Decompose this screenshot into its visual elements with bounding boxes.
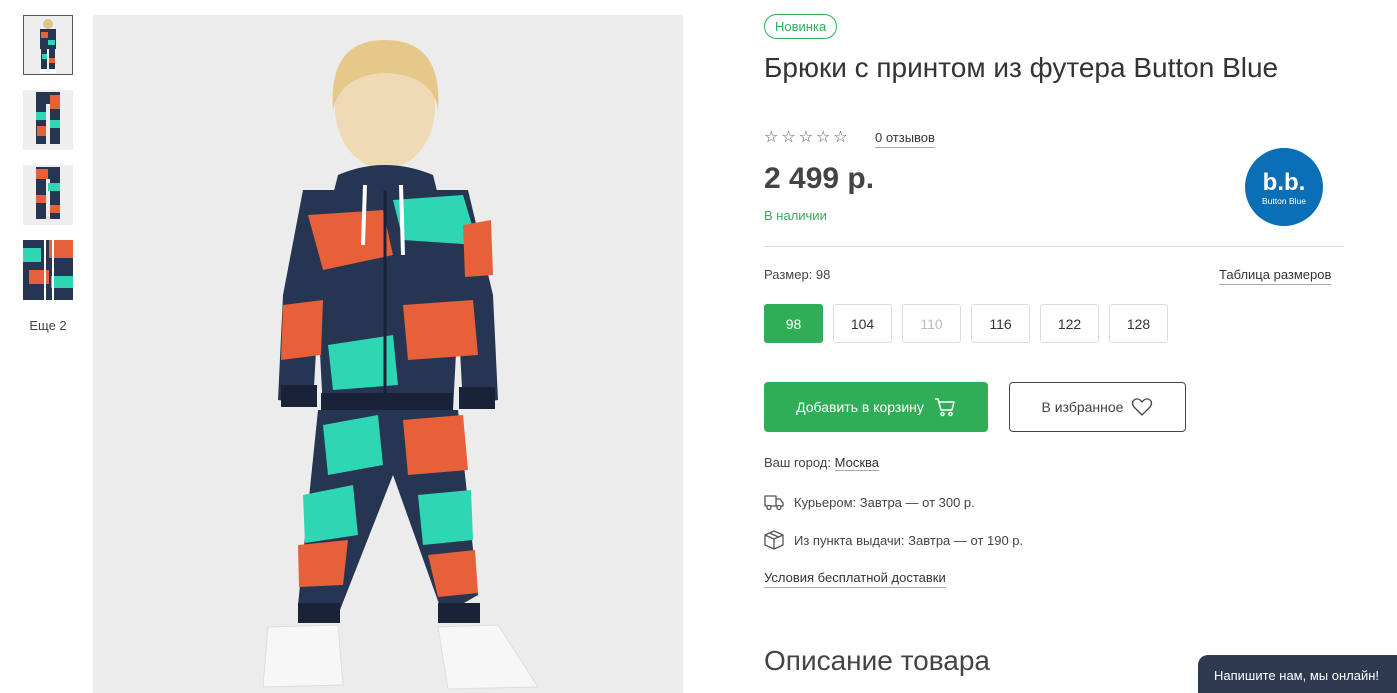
thumbnail-3[interactable] <box>23 165 73 225</box>
heart-icon <box>1132 398 1153 416</box>
product-price: 2 499 р. <box>764 162 875 195</box>
more-images-link[interactable]: Еще 2 <box>23 318 73 333</box>
add-to-favorites-label: В избранное <box>1041 399 1124 415</box>
add-to-cart-button[interactable]: Добавить в корзину <box>764 382 988 432</box>
star-icon[interactable]: ☆ <box>781 130 795 146</box>
kid-in-tracksuit-image <box>93 15 683 693</box>
chat-widget-button[interactable]: Напишите нам, мы онлайн! <box>1198 655 1397 693</box>
cart-icon <box>934 398 955 417</box>
free-delivery-link[interactable]: Условия бесплатной доставки <box>764 570 946 588</box>
truck-icon <box>764 495 784 511</box>
size-option-104[interactable]: 104 <box>833 304 892 343</box>
brand-logo[interactable]: b.b. Button Blue <box>1245 148 1323 226</box>
box-icon <box>764 530 784 550</box>
star-icon[interactable]: ☆ <box>799 130 813 146</box>
thumbnail-1[interactable] <box>23 15 73 75</box>
size-selector: 98 104 110 116 122 128 <box>764 304 1168 343</box>
thumbnail-4[interactable] <box>23 240 73 300</box>
description-heading: Описание товара <box>764 645 990 676</box>
thumbnail-2[interactable] <box>23 90 73 150</box>
size-option-116[interactable]: 116 <box>971 304 1030 343</box>
brand-logo-mark: b.b. <box>1263 169 1306 196</box>
size-option-110[interactable]: 110 <box>902 304 961 343</box>
city-label: Ваш город: <box>764 455 831 470</box>
star-icon[interactable]: ☆ <box>833 130 847 146</box>
pickup-delivery-text: Из пункта выдачи: Завтра — от 190 р. <box>794 532 1024 548</box>
product-title: Брюки с принтом из футера Button Blue <box>764 52 1279 83</box>
courier-delivery-text: Курьером: Завтра — от 300 р. <box>794 494 975 510</box>
size-option-128[interactable]: 128 <box>1109 304 1168 343</box>
divider <box>764 246 1344 247</box>
size-table-link[interactable]: Таблица размеров <box>1219 267 1332 285</box>
reviews-link[interactable]: 0 отзывов <box>875 130 935 148</box>
star-icon[interactable]: ☆ <box>816 130 830 146</box>
size-option-122[interactable]: 122 <box>1040 304 1099 343</box>
size-label: Размер: 98 <box>764 267 831 282</box>
pickup-delivery-row: Из пункта выдачи: Завтра — от 190 р. <box>764 530 1023 550</box>
rating-stars[interactable]: ☆ ☆ ☆ ☆ ☆ <box>764 130 848 146</box>
stock-status: В наличии <box>764 208 827 223</box>
thumbnail-pants-back-image <box>36 167 60 219</box>
add-to-cart-label: Добавить в корзину <box>796 399 924 415</box>
thumbnail-kid-image <box>40 19 56 73</box>
thumbnail-fabric-detail-image <box>23 240 73 300</box>
size-option-98[interactable]: 98 <box>764 304 823 343</box>
brand-logo-name: Button Blue <box>1262 196 1306 206</box>
star-icon[interactable]: ☆ <box>764 130 778 146</box>
city-link[interactable]: Москва <box>834 455 880 471</box>
add-to-favorites-button[interactable]: В избранное <box>1009 382 1186 432</box>
thumbnail-pants-front-image <box>36 92 60 144</box>
courier-delivery-row: Курьером: Завтра — от 300 р. <box>764 493 975 511</box>
new-badge: Новинка <box>764 14 838 39</box>
main-product-photo[interactable] <box>93 15 683 693</box>
city-row: Ваш город: Москва <box>764 455 880 471</box>
